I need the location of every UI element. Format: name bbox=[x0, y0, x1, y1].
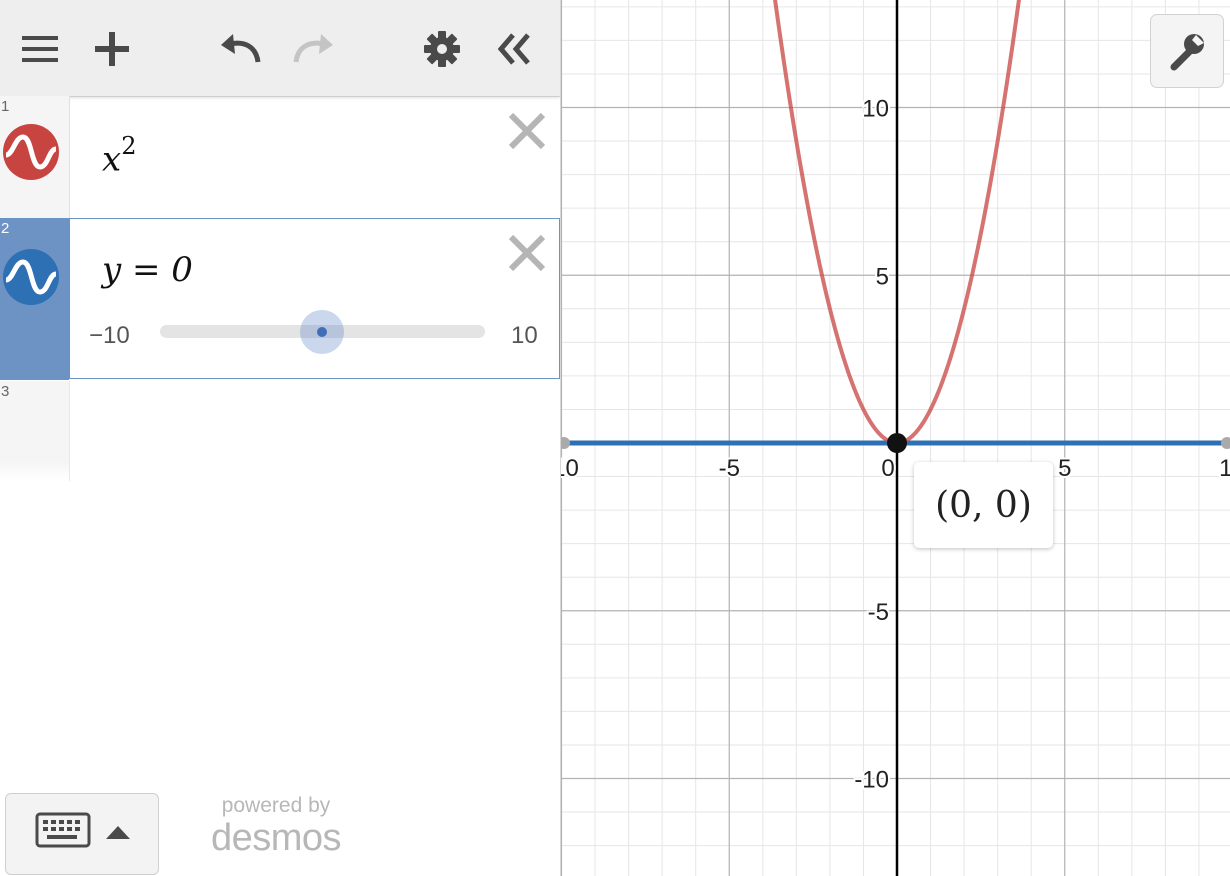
close-icon bbox=[508, 234, 546, 272]
y-tick-label: 10 bbox=[862, 96, 889, 123]
expression-gutter: 1 bbox=[0, 96, 70, 218]
expression-number: 3 bbox=[1, 383, 10, 400]
expression-row-2[interactable]: 2 y = 0 −10 10 bbox=[0, 218, 560, 380]
expression-gutter: 3 bbox=[0, 381, 70, 481]
origin-point bbox=[887, 433, 907, 453]
caret-up-icon bbox=[106, 826, 130, 839]
expression-row-1[interactable]: 1 x2 bbox=[0, 96, 560, 219]
y-tick-label: -5 bbox=[868, 599, 889, 626]
expression-panel: 1 x2 2 y = 0 −10 10 3 powered by desmos bbox=[0, 0, 561, 876]
expression-gutter: 2 bbox=[0, 218, 69, 380]
collapse-panel-icon[interactable] bbox=[491, 26, 537, 72]
menu-icon[interactable] bbox=[17, 26, 63, 72]
expression-base: x bbox=[102, 139, 122, 180]
expression-number: 1 bbox=[1, 98, 10, 115]
point-coordinate-label[interactable]: (0, 0) bbox=[914, 462, 1053, 548]
expression-toolbar bbox=[0, 0, 560, 97]
y-tick-label: -10 bbox=[854, 767, 889, 794]
sine-wave-icon[interactable] bbox=[3, 249, 59, 305]
desmos-brand: desmos bbox=[210, 817, 342, 859]
line-endpoint bbox=[1221, 437, 1230, 449]
wrench-icon bbox=[1170, 34, 1204, 71]
expression-input[interactable]: y = 0 bbox=[102, 250, 193, 290]
keypad-toggle-button[interactable] bbox=[5, 793, 159, 875]
delete-expression-button[interactable] bbox=[504, 108, 550, 154]
slider-handle[interactable] bbox=[300, 310, 344, 354]
redo-icon[interactable] bbox=[290, 26, 336, 72]
x-tick-label: 0 bbox=[881, 455, 894, 482]
slider-dot bbox=[317, 327, 327, 337]
expression-input[interactable]: x2 bbox=[102, 132, 136, 180]
slider-min-label[interactable]: −10 bbox=[89, 322, 130, 350]
undo-icon[interactable] bbox=[218, 26, 264, 72]
x-tick-label: -10 bbox=[561, 455, 579, 482]
y-tick-label: 5 bbox=[876, 263, 889, 290]
x-tick-label: 5 bbox=[1058, 455, 1071, 482]
close-icon bbox=[508, 112, 546, 150]
sine-wave-icon[interactable] bbox=[3, 124, 59, 180]
powered-by-desmos-logo[interactable]: powered by desmos bbox=[196, 794, 356, 858]
x-tick-label: 10 bbox=[1219, 455, 1230, 482]
expression-number: 2 bbox=[1, 220, 10, 237]
slider-max-label[interactable]: 10 bbox=[511, 322, 538, 350]
graph-paper[interactable]: -10 -5 0 5 10 10 5 -5 -10 (0, 0) bbox=[561, 0, 1230, 876]
graph-settings-button[interactable] bbox=[1150, 14, 1224, 88]
graph-canvas[interactable]: -10 -5 0 5 10 10 5 -5 -10 bbox=[561, 0, 1230, 876]
keyboard-icon bbox=[35, 812, 91, 848]
x-tick-label: -5 bbox=[719, 455, 740, 482]
gear-icon[interactable] bbox=[419, 26, 465, 72]
expression-row-3[interactable]: 3 bbox=[0, 381, 560, 481]
powered-by-text: powered by bbox=[221, 794, 331, 817]
plus-icon[interactable] bbox=[89, 26, 135, 72]
line-endpoint bbox=[561, 437, 570, 449]
expression-active-border bbox=[69, 218, 560, 379]
expression-exponent: 2 bbox=[121, 132, 137, 160]
delete-expression-button[interactable] bbox=[504, 230, 550, 276]
